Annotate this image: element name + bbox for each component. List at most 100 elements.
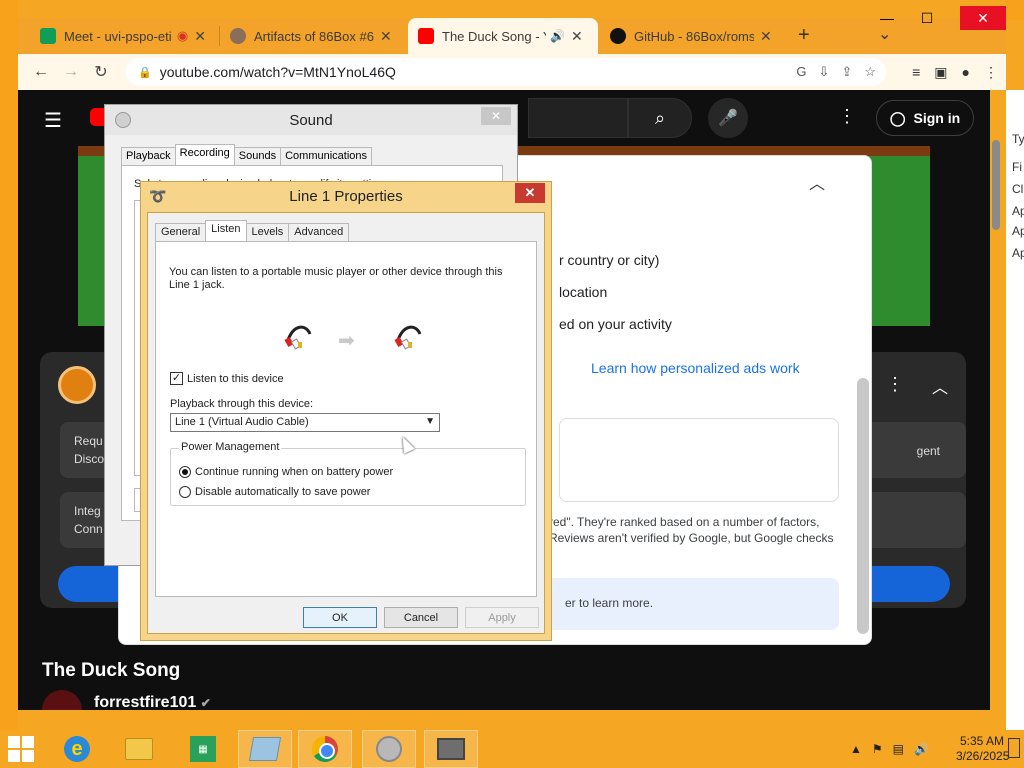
media-controls-icon[interactable]: ≡ [912, 64, 920, 81]
menu-dots-icon[interactable]: ⋮ [984, 64, 998, 81]
checkmark-icon[interactable]: ✓ [170, 372, 183, 385]
sound-titlebar[interactable]: Sound [105, 105, 517, 135]
clock-time: 5:35 AM [959, 734, 1004, 748]
taskbar-chrome[interactable] [298, 730, 352, 768]
show-hidden-icons-icon[interactable]: ▲ [850, 742, 862, 756]
microphone-icon[interactable]: 🎤 [708, 98, 748, 138]
radio-disable-automatically[interactable]: Disable automatically to save power [179, 486, 370, 498]
settings-dots-icon[interactable]: ⋮ [838, 106, 856, 127]
audio-playing-icon[interactable]: 🔊 [550, 29, 565, 43]
learn-personalized-ads-link[interactable]: Learn how personalized ads work [591, 360, 800, 376]
rca-cable-icon [284, 325, 312, 350]
radio-button-selected[interactable] [179, 466, 191, 478]
learn-more-text: er to learn more. [565, 596, 654, 610]
tab-meet[interactable]: Meet - uvi-pspo-eti ◉ ✕ [30, 18, 216, 54]
profile-icon[interactable]: ● [962, 64, 970, 81]
search-icon[interactable]: ⌕ [628, 98, 692, 138]
rca-cable-icon [394, 325, 422, 350]
edge-text: Ap [1012, 224, 1024, 238]
chevron-up-icon[interactable]: ︿ [809, 170, 825, 194]
app-window-icon [248, 737, 282, 761]
flag-icon[interactable]: ⚑ [872, 742, 883, 756]
install-icon[interactable]: ⇩ [819, 64, 830, 80]
close-window-icon[interactable]: ✕ [960, 6, 1006, 30]
taskbar-sound[interactable] [362, 730, 416, 768]
taskbar-file-explorer[interactable] [112, 730, 166, 768]
share-icon[interactable]: ⇪ [841, 64, 852, 80]
search-input[interactable] [528, 98, 628, 138]
toolbar-right-icons: ≡ ▣ ● ⋮ [912, 64, 998, 81]
taskbar-store[interactable]: ▦ [176, 730, 230, 768]
tab-advanced[interactable]: Advanced [288, 223, 350, 241]
listen-description: You can listen to a portable music playe… [169, 266, 503, 291]
edge-text: Ap [1012, 204, 1024, 218]
close-tab-icon[interactable]: ✕ [194, 28, 206, 45]
tab-sounds[interactable]: Sounds [233, 147, 282, 165]
close-icon[interactable]: ✕ [481, 107, 511, 125]
volume-icon[interactable]: 🔊 [914, 742, 929, 756]
taskbar: e ▦ ▲ ⚑ ▤ 🔊 5:35 AM 3/26/2025 [0, 730, 1024, 768]
page-scrollbar-thumb[interactable] [992, 140, 1000, 230]
avatar-icon [230, 28, 246, 44]
chevron-down-icon: ▼ [425, 416, 435, 427]
arrow-right-icon: ➡ [338, 330, 355, 352]
minimize-icon[interactable]: — [880, 10, 894, 30]
radio-label: Continue running when on battery power [195, 466, 394, 478]
taskbar-internet-explorer[interactable]: e [50, 730, 104, 768]
close-tab-icon[interactable]: ✕ [571, 28, 583, 45]
panel-scrollbar[interactable] [857, 378, 869, 634]
cancel-button[interactable]: Cancel [384, 607, 458, 628]
channel-name[interactable]: forrestfire101 ✔ [94, 694, 211, 710]
side-panel-icon[interactable]: ▣ [934, 64, 947, 81]
tab-listen[interactable]: Listen [205, 220, 247, 241]
close-tab-icon[interactable]: ✕ [380, 28, 392, 45]
google-translate-icon[interactable]: G [796, 64, 806, 80]
taskbar-app[interactable] [238, 730, 292, 768]
taskbar-emulator[interactable] [424, 730, 478, 768]
sound-title: Sound [289, 112, 333, 129]
listen-checkbox[interactable]: ✓ Listen to this device [170, 372, 284, 385]
tab-label: The Duck Song - YouTube [442, 28, 546, 44]
listen-checkbox-label: Listen to this device [187, 372, 284, 385]
tab-github[interactable]: GitHub - 86Box/roms: R ✕ [600, 18, 786, 54]
sign-in-button[interactable]: ◯ Sign in [876, 100, 974, 136]
tab-levels[interactable]: Levels [245, 223, 290, 241]
playback-device-select[interactable]: Line 1 (Virtual Audio Cable) ▼ [170, 413, 440, 432]
ok-button[interactable]: OK [303, 607, 377, 628]
tab-duck-song[interactable]: The Duck Song - YouTube 🔊 ✕ [408, 18, 598, 54]
tab-artifacts[interactable]: Artifacts of 86Box #676 ✕ [220, 18, 406, 54]
new-tab-button[interactable]: + [798, 24, 810, 47]
close-icon[interactable]: ✕ [515, 183, 545, 203]
tab-recording[interactable]: Recording [174, 144, 235, 165]
apply-button[interactable]: Apply [465, 607, 539, 628]
tab-playback[interactable]: Playback [121, 147, 176, 165]
tab-general[interactable]: General [155, 223, 207, 241]
edge-text: Ty [1012, 132, 1024, 146]
reload-icon[interactable]: ↻ [86, 62, 116, 82]
properties-content: General Listen Levels Advanced You can l… [147, 212, 545, 634]
browser-toolbar: ← → ↻ 🔒 youtube.com/watch?v=MtN1YnoL46Q … [18, 54, 1006, 90]
channel-avatar[interactable] [42, 690, 82, 710]
show-desktop-button[interactable] [1008, 738, 1020, 758]
radio-button[interactable] [179, 486, 191, 498]
radio-continue-running[interactable]: Continue running when on battery power [179, 466, 393, 478]
hamburger-menu-icon[interactable]: ☰ [44, 108, 62, 133]
bookmark-star-icon[interactable]: ☆ [864, 64, 876, 80]
tab-communications[interactable]: Communications [280, 147, 373, 165]
close-tab-icon[interactable]: ✕ [760, 28, 772, 45]
clock[interactable]: 5:35 AM 3/26/2025 [956, 734, 1009, 764]
address-bar[interactable]: 🔒 youtube.com/watch?v=MtN1YnoL46Q G ⇩ ⇪ … [126, 58, 886, 86]
internet-explorer-icon: e [64, 736, 90, 762]
video-title: The Duck Song [42, 660, 181, 681]
chevron-up-icon[interactable]: ︿ [932, 374, 948, 398]
back-icon[interactable]: ← [26, 63, 56, 81]
properties-titlebar[interactable]: ➰ Line 1 Properties [141, 182, 551, 212]
tab-label: GitHub - 86Box/roms: R [634, 28, 754, 44]
radio-label: Disable automatically to save power [195, 486, 371, 498]
maximize-icon[interactable]: ☐ [920, 10, 934, 30]
windows-start-icon[interactable] [8, 736, 34, 762]
row-right-text: gent [916, 444, 940, 458]
more-dots-icon[interactable]: ⋮ [886, 374, 904, 395]
network-icon[interactable]: ▤ [893, 742, 904, 756]
forward-icon[interactable]: → [56, 63, 86, 81]
